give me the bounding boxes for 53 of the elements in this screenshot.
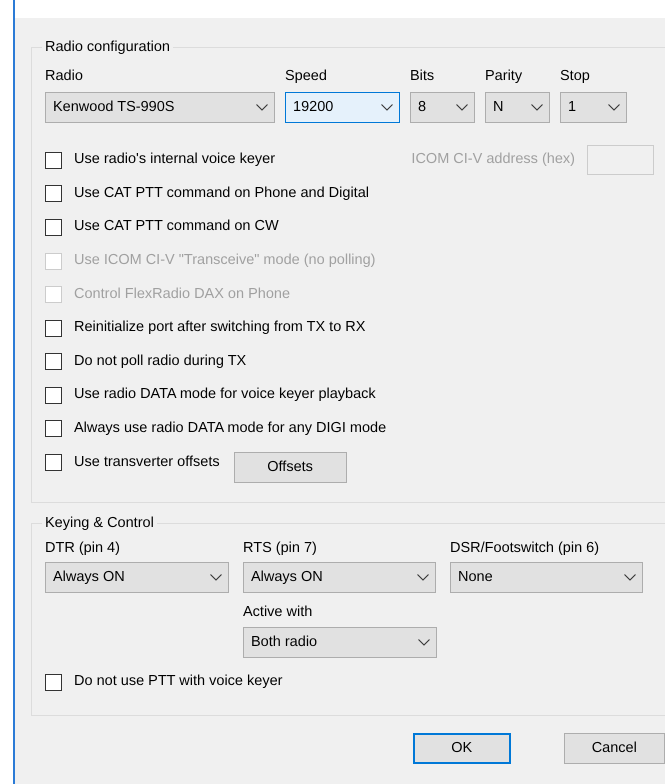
checkbox[interactable] — [45, 454, 62, 472]
offsets-button[interactable]: Offsets — [234, 452, 347, 484]
field-label: ICOM CI-V address (hex) — [411, 152, 575, 168]
field-label: Active with — [243, 605, 314, 622]
checkbox[interactable] — [45, 185, 62, 202]
chevron-icon — [417, 574, 429, 582]
checkbox[interactable] — [45, 353, 62, 370]
field-label: Radio — [45, 68, 84, 84]
chevron-icon — [256, 104, 268, 112]
checkbox-label: Use radio DATA mode for voice keyer playback — [74, 387, 376, 404]
checkbox[interactable] — [45, 420, 62, 438]
field-label: DSR/Footswitch (pin 6) — [450, 540, 600, 556]
checkbox-label: Use CAT PTT command on CW — [74, 219, 279, 236]
field-label: Speed — [285, 68, 328, 84]
field-label: DTR (pin 4) — [45, 540, 121, 556]
field-label: Parity — [485, 68, 524, 84]
chevron-icon — [531, 104, 543, 112]
group-title: Keying & Control — [44, 516, 155, 530]
cancel-button[interactable]: Cancel — [564, 733, 665, 764]
checkbox-label: Control FlexRadio DAX on Phone — [74, 286, 290, 303]
checkbox-label: Use CAT PTT command on Phone and Digital — [74, 186, 369, 202]
dropdown[interactable]: 8 — [410, 92, 475, 124]
chevron-icon — [381, 104, 393, 112]
checkbox-label: Always use radio DATA mode for any DIGI mode — [74, 421, 386, 437]
chevron-icon — [418, 639, 430, 646]
dropdown[interactable]: Always ON — [45, 562, 229, 594]
checkbox-label: Do not poll radio during TX — [74, 354, 246, 370]
checkbox[interactable] — [45, 218, 62, 236]
checkbox[interactable] — [45, 386, 62, 404]
chevron-icon — [624, 574, 636, 582]
ok-button[interactable]: OK — [413, 733, 511, 764]
dropdown[interactable]: N — [485, 92, 550, 124]
chevron-icon — [456, 104, 468, 112]
chevron-icon — [608, 104, 620, 112]
checkbox[interactable] — [45, 320, 62, 337]
checkbox-label: Use transverter offsets — [74, 454, 220, 471]
field-label: Stop — [560, 68, 591, 84]
dropdown[interactable]: 1 — [560, 92, 627, 124]
field-label: Bits — [410, 68, 436, 84]
chevron-icon — [210, 574, 222, 582]
checkbox-label: Use radio's internal voice keyer — [74, 152, 276, 168]
dropdown[interactable]: Both radio — [243, 627, 437, 658]
group-title: Radio configuration — [44, 40, 171, 54]
checkbox-label: Do not use PTT with voice keyer — [74, 674, 282, 690]
checkbox-label: Use ICOM CI-V "Transceive" mode (no polling) — [74, 253, 376, 269]
dropdown[interactable]: None — [450, 562, 643, 594]
dropdown[interactable]: 19200 — [285, 92, 400, 124]
field-label: RTS (pin 7) — [243, 540, 318, 556]
checkbox[interactable] — [45, 674, 62, 691]
checkbox[interactable] — [45, 152, 62, 169]
dropdown[interactable]: Always ON — [243, 562, 436, 594]
checkbox-label: Reinitialize port after switching from TX to RX — [74, 320, 366, 336]
dropdown[interactable]: Kenwood TS-990S — [45, 92, 275, 124]
